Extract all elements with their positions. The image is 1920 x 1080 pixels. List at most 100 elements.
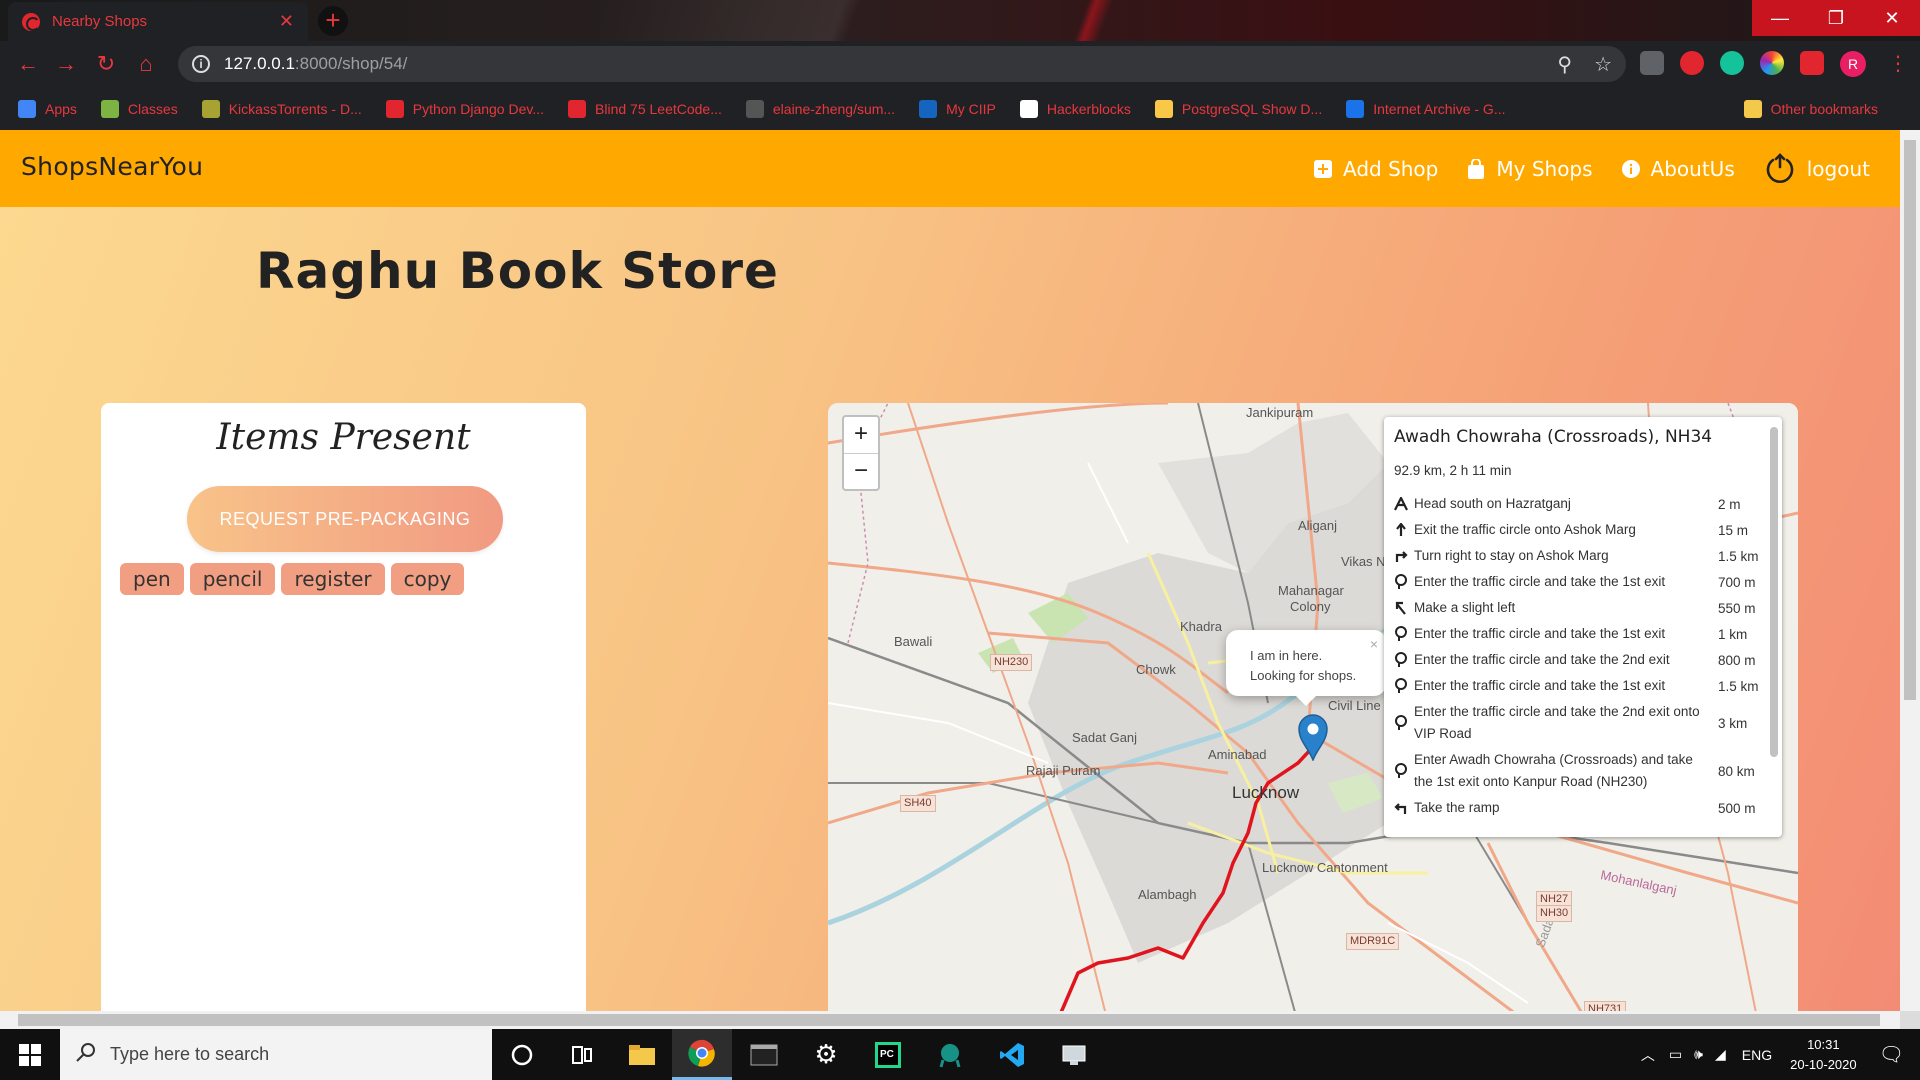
site-brand[interactable]: ShopsNearYou: [21, 152, 203, 181]
task-view-icon[interactable]: [552, 1029, 612, 1080]
terminal-icon[interactable]: [734, 1029, 794, 1080]
items-heading: Items Present: [216, 417, 471, 458]
vscode-icon[interactable]: [982, 1029, 1042, 1080]
file-explorer-icon[interactable]: [612, 1029, 672, 1080]
horizontal-scroll-thumb[interactable]: [18, 1014, 1880, 1026]
home-icon[interactable]: ⌂: [132, 50, 160, 78]
taskbar-clock[interactable]: 10:31 20-10-2020: [1790, 1035, 1857, 1075]
item-chip: register: [281, 563, 385, 595]
menu-kebab-icon[interactable]: ⋮: [1888, 51, 1908, 76]
taskbar-search-box[interactable]: Type here to search: [60, 1029, 492, 1080]
battery-icon[interactable]: ▭: [1669, 1046, 1682, 1063]
route-step[interactable]: Enter the traffic circle and take the 1s…: [1394, 621, 1764, 647]
vertical-scroll-thumb[interactable]: [1904, 140, 1916, 700]
popup-close-icon[interactable]: ×: [1370, 634, 1378, 654]
minimize-button[interactable]: —: [1752, 0, 1808, 36]
bookmark-item[interactable]: Blind 75 LeetCode...: [568, 99, 722, 118]
nav-about-us[interactable]: AboutUs: [1621, 157, 1735, 181]
route-step[interactable]: Enter the traffic circle and take the 2n…: [1394, 647, 1764, 673]
route-step-text: Enter the traffic circle and take the 2n…: [1414, 704, 1700, 741]
window-controls: — ❐ ✕: [1752, 0, 1920, 36]
map-label-civil-lines: Civil Line: [1328, 698, 1381, 713]
chrome-taskbar-icon[interactable]: [672, 1029, 732, 1080]
request-pre-packaging-button[interactable]: REQUEST PRE-PACKAGING: [187, 486, 503, 552]
cortana-icon[interactable]: [492, 1029, 552, 1080]
bookmark-star-icon[interactable]: ☆: [1594, 52, 1612, 77]
puzzle-extension-icon[interactable]: [1800, 51, 1824, 75]
roundabout-icon: [1394, 626, 1414, 642]
route-step[interactable]: Exit the traffic circle onto Ashok Marg 1…: [1394, 517, 1764, 543]
back-icon[interactable]: ←: [14, 50, 42, 78]
zoom-in-button[interactable]: +: [844, 417, 878, 453]
bookmark-item[interactable]: My CIIP: [919, 99, 996, 118]
colorpicker-extension-icon[interactable]: [1760, 51, 1784, 75]
bookmark-label: elaine-zheng/sum...: [772, 100, 896, 117]
map-label-alambagh: Alambagh: [1138, 887, 1197, 902]
nav-my-shops[interactable]: My Shops: [1466, 157, 1593, 181]
route-step[interactable]: Enter the traffic circle and take the 2n…: [1394, 699, 1764, 747]
page-horizontal-scrollbar[interactable]: [0, 1011, 1900, 1029]
settings-gear-icon[interactable]: ⚙: [796, 1029, 856, 1080]
nav-my-shops-label: My Shops: [1496, 157, 1593, 181]
grammarly-extension-icon[interactable]: [1720, 51, 1744, 75]
zoom-out-button[interactable]: −: [844, 453, 878, 489]
tab-title: Nearby Shops: [52, 13, 148, 30]
bookmark-favicon-icon: [919, 99, 938, 118]
route-step[interactable]: Turn right to stay on Ashok Marg 1.5 km: [1394, 543, 1764, 569]
search-icon: [76, 1042, 96, 1067]
route-step[interactable]: Enter the traffic circle and take the 1s…: [1394, 569, 1764, 595]
shopping-bag-icon: [1466, 159, 1486, 179]
route-step[interactable]: Head south on Hazratganj 2 m: [1394, 491, 1764, 517]
new-tab-button[interactable]: +: [318, 6, 348, 36]
bookmark-item[interactable]: Hackerblocks: [1019, 99, 1131, 118]
other-bookmarks-folder[interactable]: Other bookmarks: [1743, 99, 1878, 118]
close-window-button[interactable]: ✕: [1864, 0, 1920, 36]
route-step[interactable]: Take the ramp 500 m: [1394, 795, 1764, 821]
tab-favicon-icon: [22, 12, 40, 31]
show-hidden-icons-icon[interactable]: ︿: [1641, 1045, 1655, 1065]
remote-desktop-icon[interactable]: [1044, 1029, 1104, 1080]
tab-close-icon[interactable]: ✕: [279, 11, 294, 32]
nav-logout[interactable]: logout: [1763, 152, 1870, 186]
items-card: Items Present REQUEST PRE-PACKAGING pen …: [101, 403, 586, 1011]
nav-add-shop[interactable]: Add Shop: [1313, 157, 1438, 181]
plus-square-icon: [1313, 159, 1333, 179]
map-widget[interactable]: Jankipuram Aliganj Vikas N Mahanagar Col…: [828, 403, 1798, 1011]
bookmark-item[interactable]: Classes: [100, 99, 178, 118]
route-step-distance: 80 km: [1718, 763, 1755, 779]
bookmark-item[interactable]: Python Django Dev...: [385, 99, 544, 118]
bookmark-item[interactable]: Internet Archive - G...: [1346, 99, 1506, 118]
bookmark-item[interactable]: elaine-zheng/sum...: [745, 99, 896, 118]
site-info-icon[interactable]: i: [192, 55, 210, 73]
road-shield-nh230: NH230: [990, 654, 1033, 671]
routing-directions-panel[interactable]: Awadh Chowraha (Crossroads), NH34 92.9 k…: [1384, 417, 1782, 837]
routing-panel-scrollbar[interactable]: [1770, 427, 1778, 757]
extension-icon[interactable]: [1640, 51, 1664, 75]
windows-start-icon[interactable]: [0, 1029, 60, 1080]
reload-icon[interactable]: ↻: [92, 50, 120, 78]
location-pin-icon[interactable]: ⚲: [1557, 52, 1572, 77]
page-vertical-scrollbar[interactable]: [1900, 130, 1920, 1011]
address-bar[interactable]: i 127.0.0.1 :8000/shop/54/ ⚲ ☆: [178, 46, 1626, 82]
route-step[interactable]: Enter Awadh Chowraha (Crossroads) and ta…: [1394, 747, 1764, 795]
pycharm-icon[interactable]: PC: [858, 1029, 918, 1080]
language-indicator[interactable]: ENG: [1742, 1047, 1772, 1063]
bookmark-favicon-icon: [1346, 99, 1365, 118]
location-marker-icon[interactable]: [1297, 713, 1329, 766]
gitkraken-icon[interactable]: [920, 1029, 980, 1080]
route-step[interactable]: Make a slight left 550 m: [1394, 595, 1764, 621]
browser-tab[interactable]: Nearby Shops ✕: [8, 2, 308, 41]
route-step-distance: 15 m: [1718, 522, 1749, 538]
profile-avatar[interactable]: R: [1840, 51, 1866, 77]
volume-icon[interactable]: 🕪: [1694, 1046, 1703, 1063]
bookmark-item[interactable]: KickassTorrents - D...: [201, 99, 362, 118]
route-step-distance: 500 m: [1718, 800, 1756, 816]
forward-icon[interactable]: →: [52, 50, 80, 78]
network-icon[interactable]: ◢: [1715, 1046, 1726, 1063]
route-step[interactable]: Enter the traffic circle and take the 1s…: [1394, 673, 1764, 699]
restore-button[interactable]: ❐: [1808, 0, 1864, 36]
adblock-extension-icon[interactable]: [1680, 51, 1704, 75]
bookmark-item[interactable]: PostgreSQL Show D...: [1154, 99, 1322, 118]
bookmark-item[interactable]: Apps: [18, 99, 77, 118]
action-center-icon[interactable]: 🗨: [1879, 1042, 1904, 1067]
